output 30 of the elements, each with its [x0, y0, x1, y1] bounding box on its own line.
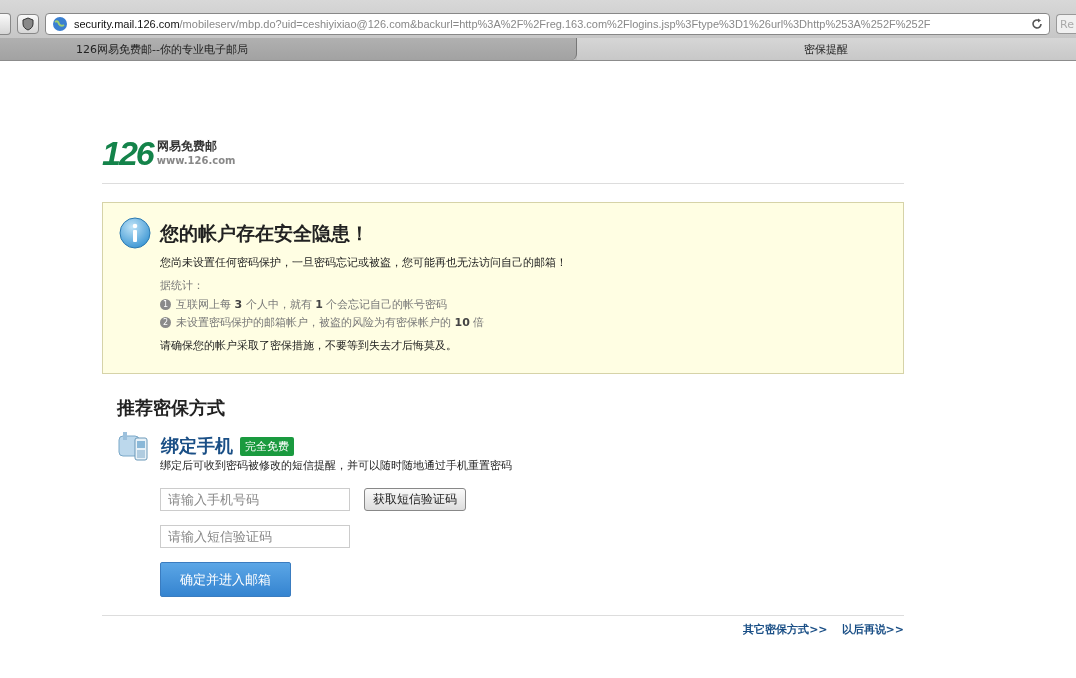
phone-input[interactable]: 请输入手机号码 [160, 488, 350, 511]
method-title: 绑定手机 [161, 434, 233, 458]
warning-title: 您的帐户存在安全隐患！ [160, 221, 369, 246]
reload-icon[interactable] [1031, 18, 1043, 30]
logo-name: 网易免费邮 [156, 138, 218, 155]
number-badge: 2 [160, 317, 171, 328]
logo-site: www.126.com [156, 155, 236, 166]
browser-tab[interactable]: 密保提醒 [576, 38, 1076, 60]
number-badge: 1 [160, 299, 171, 310]
shield-icon [22, 17, 34, 31]
stats-label: 据统计： [160, 278, 204, 293]
warning-message: 您尚未设置任何密码保护，一旦密码忘记或被盗，您可能再也无法访问自己的邮箱！ [160, 255, 567, 270]
browser-tab[interactable]: 126网易免费邮--你的专业电子邮局 [0, 38, 577, 60]
code-input[interactable]: 请输入短信验证码 [160, 525, 350, 548]
back-button[interactable] [0, 13, 11, 35]
section-heading: 推荐密保方式 [117, 396, 226, 420]
footer-link[interactable]: 以后再说>> [841, 622, 904, 637]
advice-text: 请确保您的帐户采取了密保措施，不要等到失去才后悔莫及。 [160, 338, 457, 353]
method-description: 绑定后可收到密码被修改的短信提醒，并可以随时随地通过手机重置密码 [160, 458, 512, 473]
phone-mailbox-icon [117, 430, 151, 462]
footer-link[interactable]: 其它密保方式>> [743, 622, 828, 637]
stat-text: 未设置密码保护的邮箱帐户，被盗的风险为有密保帐户的 10 倍 [176, 315, 485, 330]
get-code-button[interactable]: 获取短信验证码 [364, 488, 466, 511]
free-badge: 完全免费 [240, 436, 294, 456]
globe-icon [52, 16, 68, 32]
stat-text: 互联网上每 3 个人中，就有 1 个会忘记自己的帐号密码 [176, 297, 448, 312]
info-icon [119, 217, 151, 249]
extension-button[interactable] [17, 14, 39, 34]
address-bar[interactable]: security.mail.126.com/mobileserv/mbp.do?uid=ceshiyixiao@126.com&backurl=http%3A%2F%2Freg.163.com%2Flogins.jsp%3Ftype%3D1%26url%3Dhttp%253A%252F%252F [45, 13, 1050, 35]
logo-mark: 126 [102, 138, 153, 168]
